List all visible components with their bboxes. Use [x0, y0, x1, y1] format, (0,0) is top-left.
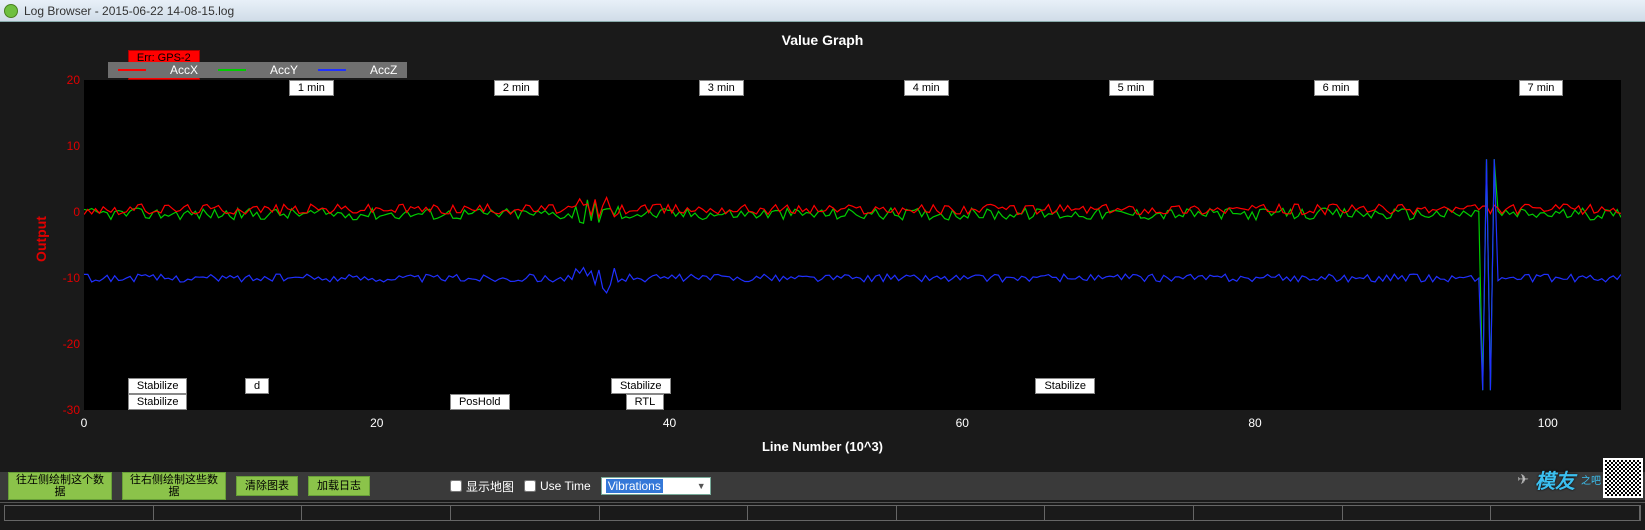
use-time-label: Use Time	[540, 479, 591, 493]
legend-swatch	[118, 69, 146, 71]
mode-marker: 3 min	[699, 80, 744, 96]
mode-marker: PosHold	[450, 394, 510, 410]
y-axis: -30-20-1001020	[50, 80, 80, 410]
x-tick: 100	[1538, 416, 1558, 430]
y-tick: 20	[50, 73, 80, 87]
clear-chart-button[interactable]: 清除图表	[236, 476, 298, 496]
table-cell[interactable]	[1343, 506, 1492, 520]
mode-marker: RTL	[626, 394, 665, 410]
mode-marker: 4 min	[904, 80, 949, 96]
bottom-table-strip	[0, 502, 1645, 530]
mode-marker: 6 min	[1314, 80, 1359, 96]
use-time-checkbox[interactable]: Use Time	[524, 479, 591, 493]
load-log-button[interactable]: 加载日志	[308, 476, 370, 496]
x-tick: 60	[956, 416, 969, 430]
show-map-label: 显示地图	[466, 478, 514, 495]
chart-legend[interactable]: AccX AccY AccZ	[108, 62, 407, 78]
window-titlebar: Log Browser - 2015-06-22 14-08-15.log	[0, 0, 1645, 22]
mode-marker: 2 min	[494, 80, 539, 96]
bottom-toolbar: 往左侧绘制这个数据 往右侧绘制这些数据 清除图表 加载日志 显示地图 Use T…	[0, 472, 1645, 500]
mode-marker: d	[245, 378, 269, 394]
legend-item-accx[interactable]: AccX	[108, 62, 208, 78]
legend-swatch	[318, 69, 346, 71]
mode-marker: Stabilize	[128, 378, 188, 394]
legend-label: AccY	[270, 63, 298, 77]
x-axis-label: Line Number (10^3)	[762, 439, 883, 454]
table-cell[interactable]	[748, 506, 897, 520]
legend-swatch	[218, 69, 246, 71]
preset-combo[interactable]: Vibrations ▼	[601, 477, 711, 495]
x-axis: 0 20 40 60 80 100	[84, 416, 1621, 436]
legend-label: AccZ	[370, 63, 397, 77]
table-cell[interactable]	[154, 506, 303, 520]
y-tick: -10	[50, 271, 80, 285]
x-tick: 20	[370, 416, 383, 430]
table-cell[interactable]	[302, 506, 451, 520]
mode-marker: Stabilize	[611, 378, 671, 394]
legend-item-accz[interactable]: AccZ	[308, 62, 407, 78]
y-tick: 10	[50, 139, 80, 153]
combo-selected: Vibrations	[606, 479, 663, 493]
plane-icon: ✈	[1517, 471, 1529, 488]
table-cell[interactable]	[1491, 506, 1640, 520]
table-header-row	[4, 505, 1641, 521]
watermark-sub: 之吧	[1581, 472, 1601, 487]
chart-container: Value Graph AccX AccY AccZ Output -30 -20…	[0, 22, 1645, 456]
table-cell[interactable]	[5, 506, 154, 520]
mode-marker: Stabilize	[128, 394, 188, 410]
x-tick: 80	[1248, 416, 1261, 430]
y-tick: -30	[50, 403, 80, 417]
watermark: ✈ 模友 之吧	[1517, 465, 1601, 494]
table-cell[interactable]	[1045, 506, 1194, 520]
x-tick: 40	[663, 416, 676, 430]
qr-code	[1603, 458, 1643, 498]
use-time-input[interactable]	[524, 480, 536, 492]
show-map-input[interactable]	[450, 480, 462, 492]
window-title: Log Browser - 2015-06-22 14-08-15.log	[24, 4, 234, 18]
mode-marker: 5 min	[1109, 80, 1154, 96]
mode-marker: Stabilize	[1035, 378, 1095, 394]
mode-marker: 1 min	[289, 80, 334, 96]
show-map-checkbox[interactable]: 显示地图	[450, 478, 514, 495]
app-icon	[4, 4, 18, 18]
chart-title: Value Graph	[0, 22, 1645, 52]
chevron-down-icon: ▼	[697, 481, 706, 491]
plot-right-button[interactable]: 往右侧绘制这些数据	[122, 472, 226, 500]
legend-item-accy[interactable]: AccY	[208, 62, 308, 78]
plot-svg	[84, 80, 1621, 410]
table-cell[interactable]	[600, 506, 749, 520]
y-tick: -20	[50, 337, 80, 351]
table-cell[interactable]	[897, 506, 1046, 520]
mode-marker: 7 min	[1519, 80, 1564, 96]
table-cell[interactable]	[1194, 506, 1343, 520]
plot-area[interactable]: 1 min2 min3 min4 min5 min6 min7 minErr: …	[84, 80, 1621, 410]
legend-label: AccX	[170, 63, 198, 77]
y-tick: 0	[50, 205, 80, 219]
table-cell[interactable]	[451, 506, 600, 520]
x-tick: 0	[81, 416, 88, 430]
watermark-text: 模友	[1535, 465, 1575, 494]
plot-left-button[interactable]: 往左侧绘制这个数据	[8, 472, 112, 500]
y-axis-label: Output	[33, 216, 49, 262]
